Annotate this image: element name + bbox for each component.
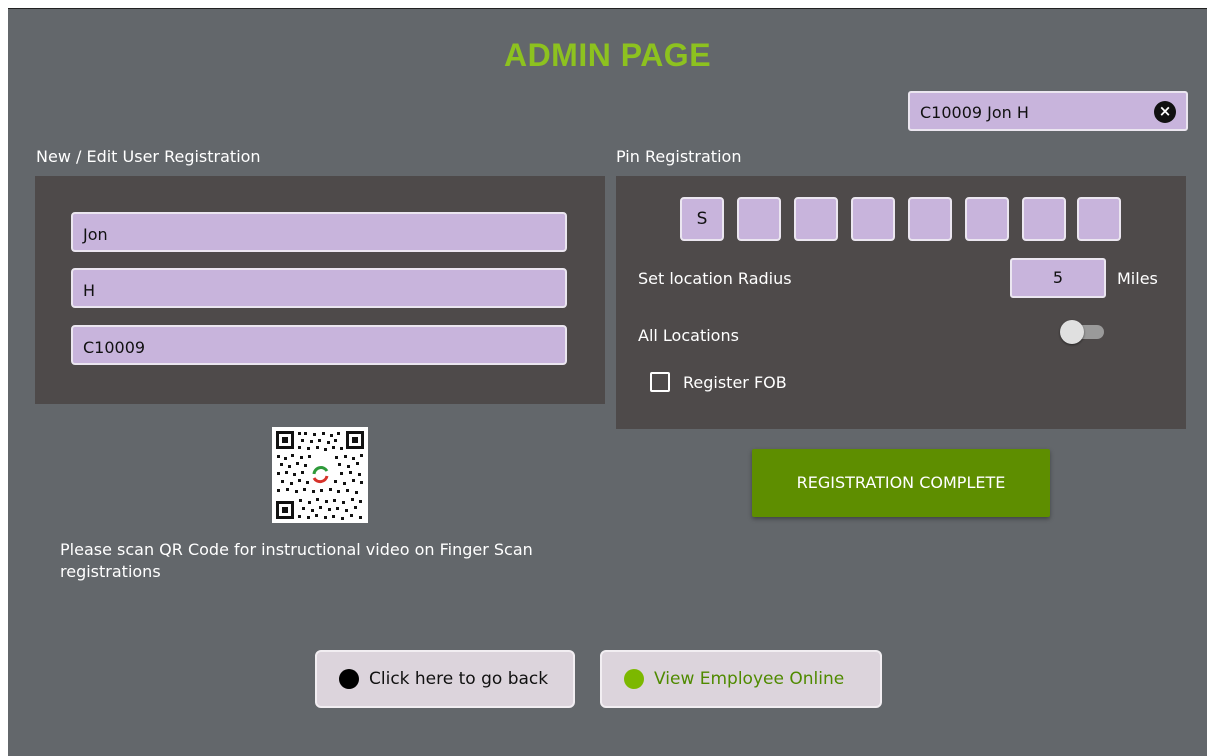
page-title: ADMIN PAGE [503,37,712,73]
pin-box-4[interactable] [851,197,895,241]
radius-unit-label: Miles [1117,269,1158,288]
view-employee-online-button[interactable]: View Employee Online [600,650,882,708]
first-name-field[interactable]: Jon [71,212,567,252]
user-id-field[interactable]: C10009 [71,325,567,365]
radius-label: Set location Radius [638,269,792,288]
pin-box-1[interactable]: S [680,197,724,241]
close-icon[interactable]: × [1154,101,1176,123]
green-dot-icon [624,669,644,689]
view-employee-online-label: View Employee Online [654,669,845,689]
last-name-field[interactable]: H [71,268,567,308]
selected-user-chip[interactable]: C10009 Jon H × [908,91,1188,131]
register-fob-checkbox[interactable] [650,372,670,392]
user-registration-panel: Jon H C10009 [35,176,605,404]
toggle-thumb [1060,320,1084,344]
pin-box-5[interactable] [908,197,952,241]
pin-box-3[interactable] [794,197,838,241]
admin-screen: ADMIN PAGE C10009 Jon H × New / Edit Use… [8,8,1207,756]
pin-box-2[interactable] [737,197,781,241]
pin-box-6[interactable] [965,197,1009,241]
qr-instruction-text: Please scan QR Code for instructional vi… [60,540,533,581]
radius-input[interactable]: 5 [1010,258,1106,298]
user-registration-heading: New / Edit User Registration [36,147,261,166]
pin-box-8[interactable] [1077,197,1121,241]
all-locations-label: All Locations [638,326,739,345]
pin-registration-heading: Pin Registration [616,147,742,166]
selected-user-label: C10009 Jon H [920,103,1029,122]
qr-code [272,427,368,523]
pin-box-7[interactable] [1022,197,1066,241]
go-back-label: Click here to go back [369,669,549,689]
black-dot-icon [339,669,359,689]
register-fob-label: Register FOB [683,373,787,392]
go-back-button[interactable]: Click here to go back [315,650,575,708]
pin-registration-panel: S Set location Radius 5 Miles All Locati… [616,176,1186,429]
registration-complete-button[interactable]: REGISTRATION COMPLETE [752,449,1050,517]
